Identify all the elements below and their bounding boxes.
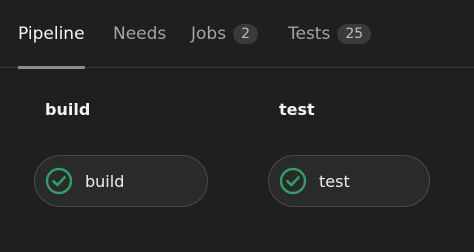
tab-pipeline[interactable]: Pipeline	[18, 0, 85, 69]
job-build-label: build	[85, 171, 125, 191]
tab-jobs[interactable]: Jobs 2	[191, 0, 258, 68]
tab-tests[interactable]: Tests 25	[288, 0, 372, 68]
tab-tests-label: Tests	[288, 24, 331, 44]
jobs-count-badge: 2	[233, 24, 258, 44]
job-test-label: test	[319, 171, 350, 191]
tab-jobs-label: Jobs	[191, 24, 227, 44]
tests-count-badge: 25	[337, 24, 372, 44]
pipeline-tabs: Pipeline Needs Jobs 2 Tests 25	[0, 0, 474, 69]
check-circle-icon	[45, 167, 73, 195]
tab-needs[interactable]: Needs	[113, 0, 166, 68]
check-circle-icon	[279, 167, 307, 195]
job-test[interactable]: test	[268, 155, 430, 207]
tab-needs-label: Needs	[113, 24, 167, 44]
job-build[interactable]: build	[34, 155, 208, 207]
stage-title-build: build	[45, 100, 91, 119]
stage-title-test: test	[279, 100, 315, 119]
tab-pipeline-label: Pipeline	[18, 24, 85, 44]
